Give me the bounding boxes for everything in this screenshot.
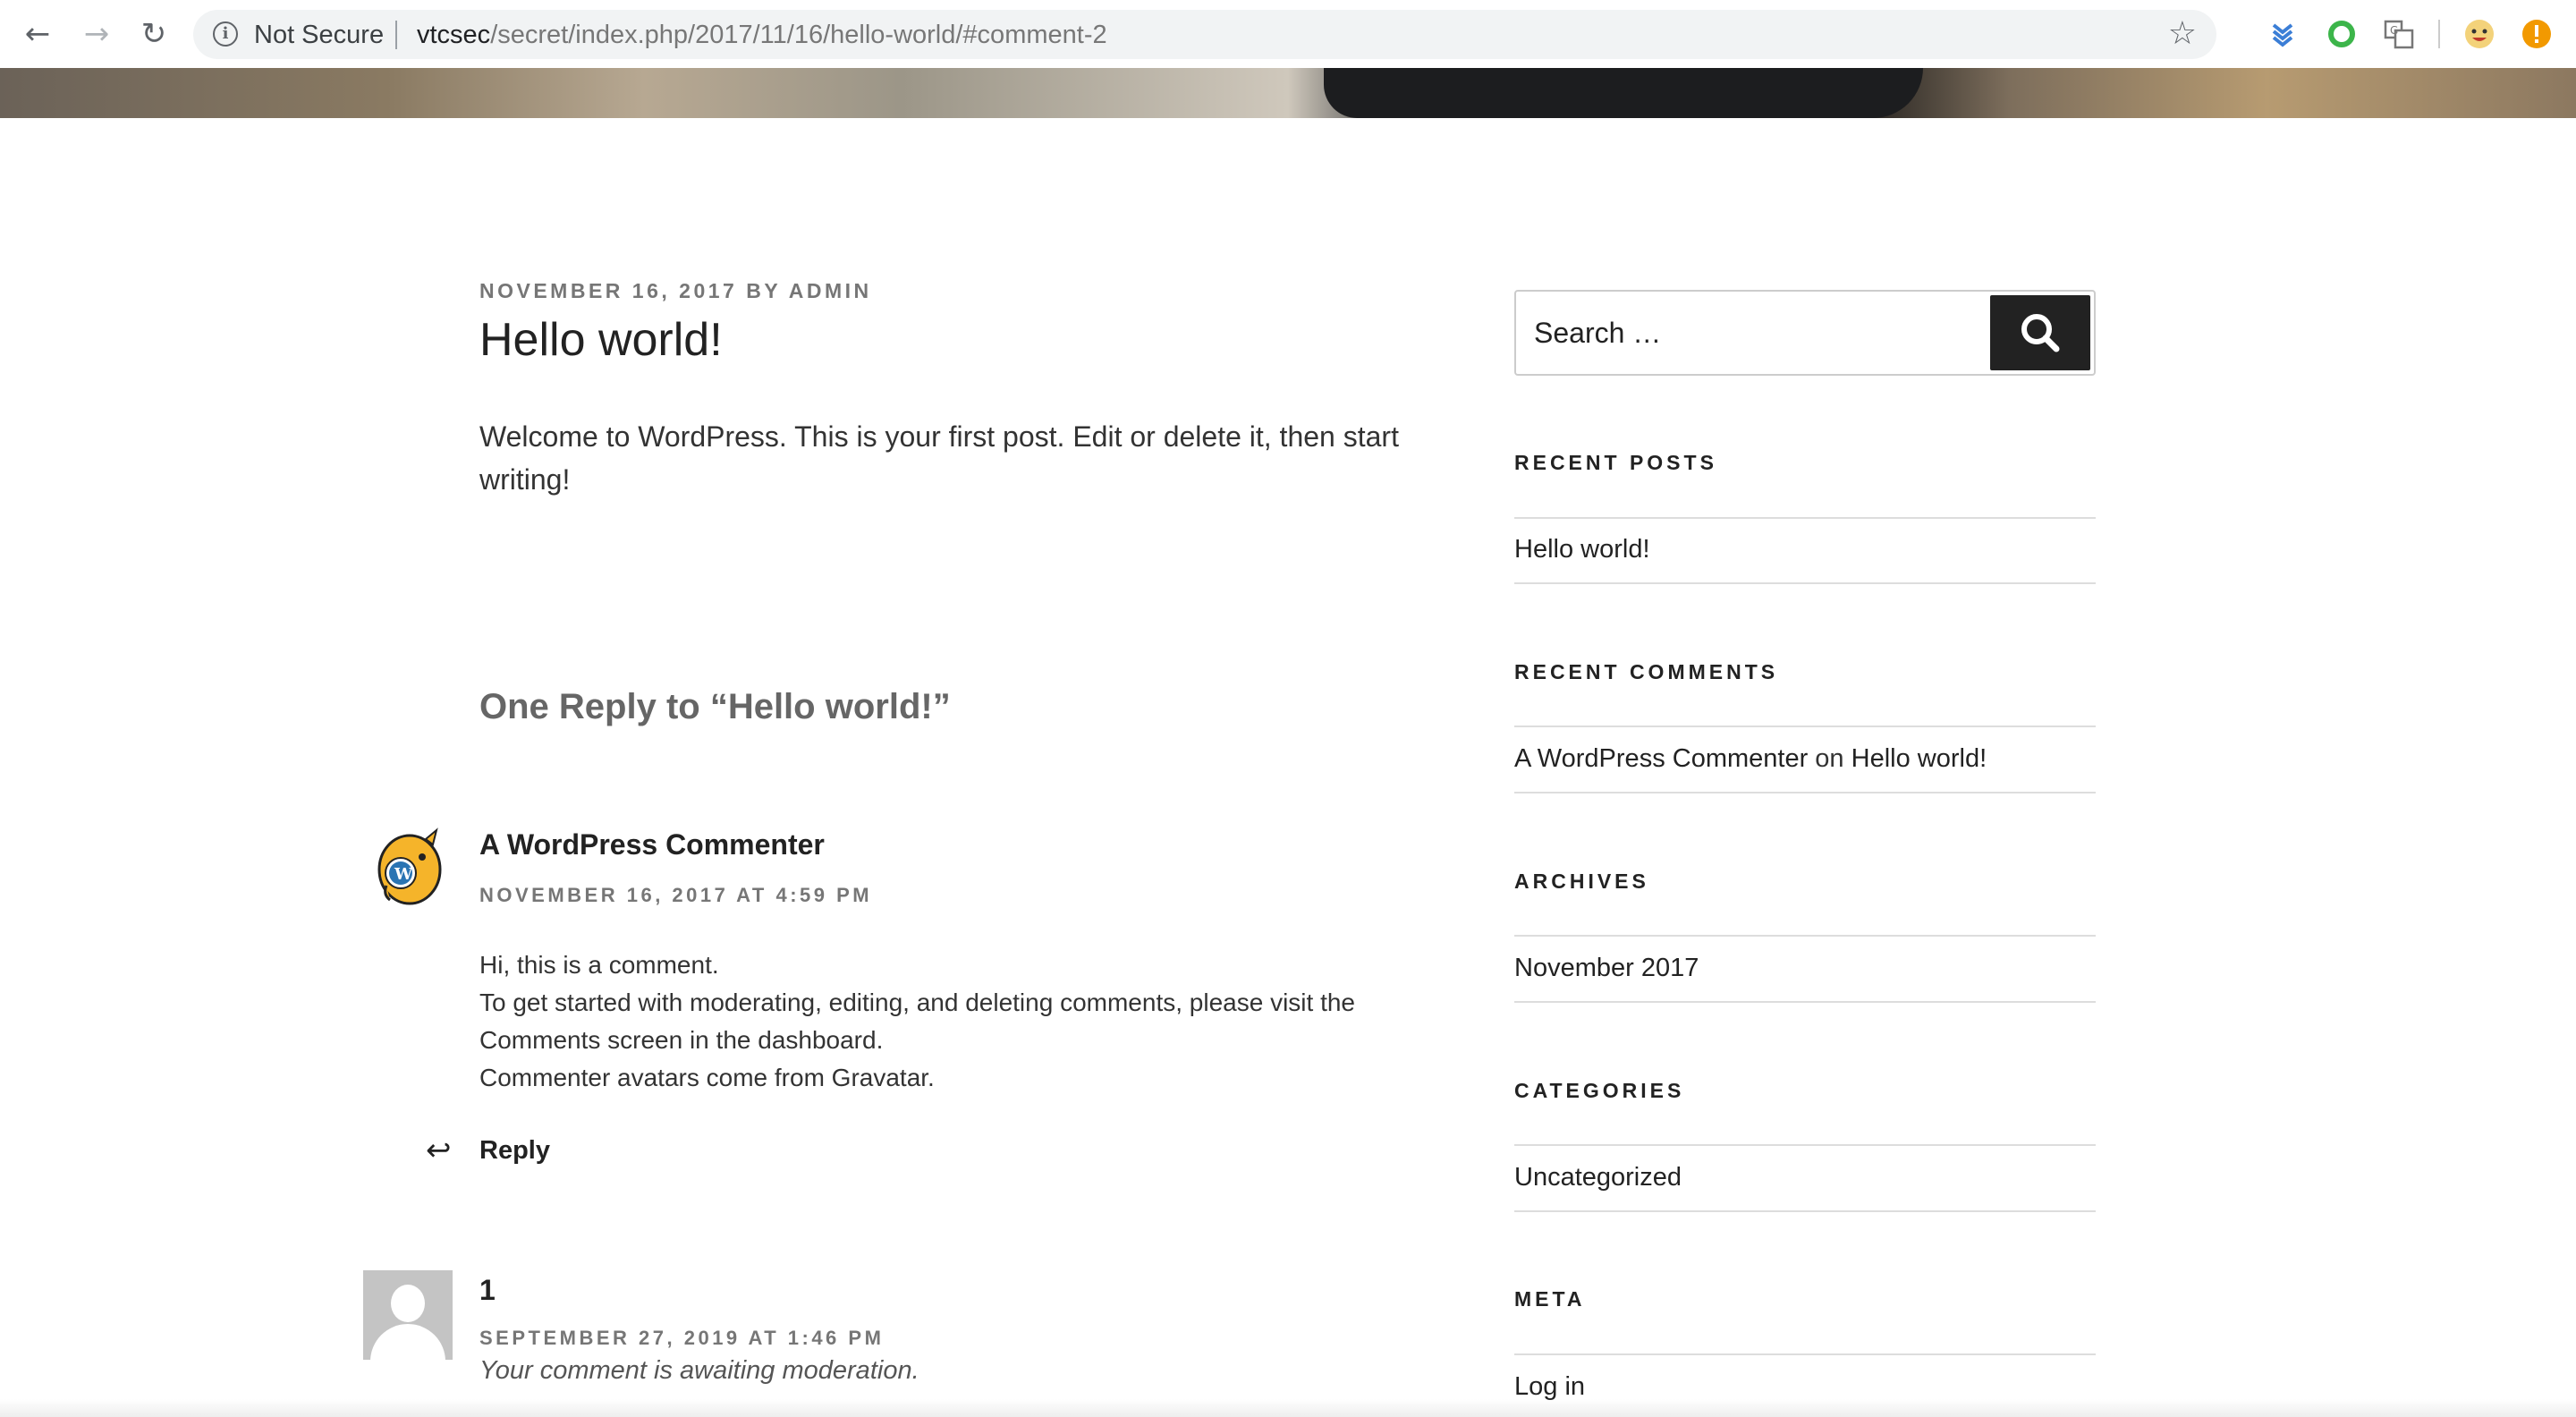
forward-icon[interactable]: → <box>80 18 113 50</box>
bookmark-star-icon[interactable]: ☆ <box>2168 15 2197 52</box>
divider <box>1514 792 2096 793</box>
avatar-shoulders <box>370 1324 445 1360</box>
post-body: Welcome to WordPress. This is your first… <box>479 420 1399 496</box>
login-link[interactable]: Log in <box>1514 1372 1585 1402</box>
post-meta: NOVEMBER 16, 2017 BY ADMIN <box>479 279 872 302</box>
comment-body: Hi, this is a comment. To get started wi… <box>479 946 1428 1097</box>
reply-link[interactable]: Reply <box>479 1136 550 1166</box>
url-host: vtcsec <box>417 21 491 49</box>
divider <box>1514 935 2096 937</box>
comment-line: Comments screen in the dashboard. <box>479 1026 884 1054</box>
recent-post-link[interactable]: Hello world! <box>1514 535 1650 564</box>
default-avatar <box>363 1270 453 1360</box>
svg-text:G: G <box>2390 24 2398 37</box>
comments-heading: One Reply to “Hello world!” <box>479 687 951 726</box>
circle-extension-icon[interactable] <box>2326 18 2358 50</box>
address-bar[interactable]: i Not Secure vtcsec/secret/index.php/201… <box>193 10 2216 59</box>
profile-avatar-icon[interactable] <box>2463 18 2496 50</box>
archive-link[interactable]: November 2017 <box>1514 954 1699 983</box>
recent-comment-author[interactable]: A WordPress Commenter <box>1514 744 1808 773</box>
categories-title: CATEGORIES <box>1514 1079 1685 1102</box>
reload-icon[interactable]: ↻ <box>138 18 170 50</box>
browser-toolbar: ← → ↻ i Not Secure vtcsec/secret/index.p… <box>0 0 2576 68</box>
recent-comments-title: RECENT COMMENTS <box>1514 660 1779 683</box>
search-icon <box>2021 314 2060 352</box>
url-path: /secret/index.php/2017/11/16/hello-world… <box>490 21 1107 49</box>
back-icon[interactable]: ← <box>21 18 54 50</box>
comment-date[interactable]: NOVEMBER 16, 2017 AT 4:59 PM <box>479 884 872 907</box>
search-form <box>1514 290 2096 376</box>
divider <box>1514 582 2096 584</box>
search-input[interactable] <box>1534 313 1981 352</box>
header-image <box>0 68 2576 118</box>
pocket-extension-icon[interactable] <box>2267 18 2299 50</box>
divider <box>1514 1144 2096 1146</box>
divider <box>1514 517 2096 519</box>
recent-posts-title: RECENT POSTS <box>1514 451 1717 474</box>
meta-title: META <box>1514 1287 1586 1311</box>
archives-title: ARCHIVES <box>1514 870 1649 893</box>
header-image-dark-area <box>1324 68 1923 118</box>
divider <box>1514 1001 2096 1003</box>
comment-author: 1 <box>479 1274 496 1306</box>
url-text[interactable]: vtcsec/secret/index.php/2017/11/16/hello… <box>417 21 1107 50</box>
search-button[interactable] <box>1990 295 2090 370</box>
security-label[interactable]: Not Secure <box>254 21 384 50</box>
translate-icon[interactable]: G <box>2383 18 2415 50</box>
svg-text:W: W <box>394 865 413 884</box>
reply-arrow-icon[interactable]: ↩ <box>426 1133 452 1168</box>
info-icon[interactable]: i <box>213 21 238 47</box>
comment-line: Commenter avatars come from Gravatar. <box>479 1064 935 1091</box>
post-title: Hello world! <box>479 314 723 366</box>
moderation-notice: Your comment is awaiting moderation. <box>479 1356 919 1385</box>
comment-date[interactable]: SEPTEMBER 27, 2019 AT 1:46 PM <box>479 1327 884 1350</box>
divider <box>1514 1210 2096 1212</box>
address-divider <box>395 21 397 49</box>
category-link[interactable]: Uncategorized <box>1514 1163 1682 1192</box>
recent-comment-on: on <box>1815 744 1844 773</box>
comment-author[interactable]: A WordPress Commenter <box>479 828 825 861</box>
wapuu-avatar: W <box>377 827 442 905</box>
bottom-fade <box>0 1399 2576 1417</box>
avatar-head <box>391 1285 425 1322</box>
comment-line: To get started with moderating, editing,… <box>479 989 1355 1016</box>
recent-comment-item: A WordPress Commenter on Hello world! <box>1514 744 1987 774</box>
comment-line: Hi, this is a comment. <box>479 951 719 979</box>
alert-icon[interactable] <box>2521 18 2553 50</box>
recent-comment-post[interactable]: Hello world! <box>1852 744 1987 773</box>
divider <box>1514 1353 2096 1355</box>
divider <box>1514 725 2096 727</box>
toolbar-divider <box>2438 20 2440 48</box>
